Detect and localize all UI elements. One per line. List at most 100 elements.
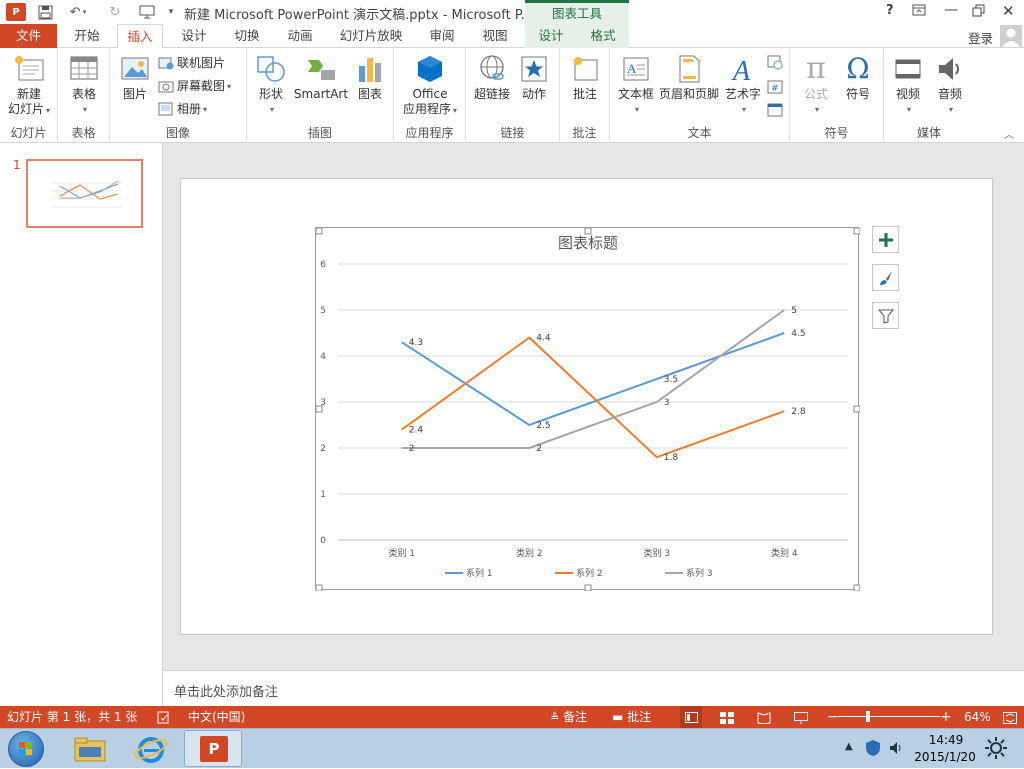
tab-slideshow[interactable]: 幻灯片放映 <box>332 24 410 48</box>
wordart-button[interactable]: A 艺术字 ▾ <box>722 54 764 117</box>
data-label: 1.8 <box>664 453 679 463</box>
redo-icon[interactable]: ↻ <box>106 3 124 21</box>
x-tick-label: 类别 3 <box>643 547 670 559</box>
textbox-button[interactable]: A 文本框 ▾ <box>614 54 658 117</box>
tab-animations[interactable]: 动画 <box>277 24 323 48</box>
chart-styles-button[interactable] <box>872 264 899 291</box>
tab-chart-design[interactable]: 设计 <box>528 24 574 48</box>
help-icon[interactable]: ? <box>886 3 894 18</box>
tab-insert[interactable]: 插入 <box>117 24 163 49</box>
comment-button[interactable]: 批注 <box>568 54 602 102</box>
ribbon-display-options-icon[interactable] <box>912 4 930 20</box>
chart-button[interactable]: 图表 <box>353 54 387 102</box>
smartart-button[interactable]: SmartArt <box>291 54 351 102</box>
notes-pane[interactable]: 单击此处添加备注 <box>163 670 1024 706</box>
group-label-media: 媒体 <box>916 126 941 140</box>
shapes-button[interactable]: 形状 ▾ <box>253 54 289 117</box>
photo-album-icon <box>158 101 174 117</box>
tab-chart-format[interactable]: 格式 <box>580 24 626 48</box>
present-from-start-icon[interactable] <box>136 3 158 21</box>
chart-title: 图表标题 <box>558 234 618 252</box>
chart-filters-button[interactable] <box>872 302 899 329</box>
tab-file[interactable]: 文件 <box>0 24 57 48</box>
equation-button[interactable]: π 公式 ▾ <box>796 54 836 117</box>
start-button[interactable] <box>8 731 44 767</box>
undo-icon[interactable]: ↶ ▾ <box>66 3 90 21</box>
powerpoint-taskbar-button[interactable]: P <box>184 730 242 767</box>
hyperlink-button[interactable]: 超链接 <box>472 54 512 102</box>
spellcheck-icon[interactable] <box>157 706 170 728</box>
collapse-ribbon-icon[interactable]: ︿ <box>1004 126 1014 141</box>
tab-home[interactable]: 开始 <box>64 24 110 48</box>
login-link[interactable]: 登录 <box>968 28 993 47</box>
slide-thumbnail[interactable] <box>26 159 143 228</box>
tab-review[interactable]: 审阅 <box>419 24 465 48</box>
slideshow-view-button[interactable] <box>794 706 808 728</box>
slide-count-status: 幻灯片 第 1 张，共 1 张 <box>7 710 138 724</box>
data-label: 4.3 <box>409 338 423 348</box>
zoom-slider-track[interactable] <box>838 716 940 717</box>
online-picture-button[interactable]: 联机图片 <box>158 52 225 72</box>
group-media: 视频 ▾ 音频 ▾ 媒体 <box>884 48 974 143</box>
group-apps: Office 应用程序 ▾ 应用程序 <box>394 48 466 143</box>
picture-button[interactable]: 图片 <box>118 54 152 102</box>
tab-design[interactable]: 设计 <box>171 24 217 48</box>
date-time-icon[interactable] <box>767 54 785 70</box>
close-icon[interactable]: ✕ <box>1002 2 1015 20</box>
normal-view-button[interactable] <box>680 706 702 728</box>
x-tick-label: 类别 4 <box>771 547 798 559</box>
qat-customize-icon[interactable]: ▾ <box>162 3 180 21</box>
audio-button[interactable]: 音频 ▾ <box>930 54 970 117</box>
chart-elements-button[interactable] <box>872 226 899 253</box>
chart-container[interactable]: 图表标题 0 1 2 3 4 5 6 类别 1 类别 2 类别 3 类别 4 4.3 2.5 3.5 4.5 2… <box>315 227 861 592</box>
clock-time[interactable]: 14:49 <box>915 733 977 747</box>
brightness-icon[interactable] <box>985 737 1007 762</box>
notes-toggle-button[interactable]: ≜ 备注 <box>550 706 587 728</box>
data-label: 3 <box>664 398 670 408</box>
save-icon[interactable] <box>36 3 54 21</box>
clock-date[interactable]: 2015/1/20 <box>910 750 980 764</box>
header-footer-button[interactable]: 页眉和页脚 <box>658 54 720 102</box>
object-icon[interactable] <box>767 102 785 118</box>
hyperlink-icon <box>476 54 508 84</box>
slide-sorter-view-button[interactable] <box>720 706 734 728</box>
avatar-icon[interactable] <box>1000 25 1022 47</box>
language-status[interactable]: 中文(中国) <box>188 706 245 728</box>
comments-toggle-button[interactable]: ▬ 批注 <box>612 706 651 728</box>
chart-tools-context-title: 图表工具 <box>525 0 629 24</box>
photo-album-button[interactable]: 相册 ▾ <box>158 98 207 118</box>
wordart-icon: A <box>727 54 759 87</box>
reading-view-button[interactable] <box>757 706 771 728</box>
action-button[interactable]: 动作 <box>516 54 552 102</box>
restore-icon[interactable] <box>972 4 985 20</box>
file-explorer-taskbar-icon[interactable] <box>72 733 108 765</box>
workspace: 1 图表标题 0 1 2 3 4 5 6 类别 1 类别 2 类别 3 类别 4 4.3 2.5 3.5 4.… <box>0 143 1024 706</box>
screenshot-button[interactable]: 屏幕截图 ▾ <box>158 75 231 95</box>
symbol-button[interactable]: Ω 符号 <box>838 54 878 102</box>
video-button[interactable]: 视频 ▾ <box>888 54 928 117</box>
fit-slide-button[interactable] <box>1003 706 1017 728</box>
new-slide-button[interactable]: 新建 幻灯片 ▾ <box>4 54 54 118</box>
internet-explorer-taskbar-icon[interactable] <box>133 733 169 765</box>
office-apps-button[interactable]: Office 应用程序 ▾ <box>398 54 462 118</box>
data-label: 4.4 <box>536 334 551 344</box>
volume-icon[interactable] <box>888 740 904 759</box>
zoom-in-button[interactable]: + <box>940 706 952 728</box>
zoom-level[interactable]: 64% <box>964 706 991 728</box>
zoom-out-button[interactable]: − <box>827 706 839 728</box>
show-hidden-icons-icon[interactable]: ▲ <box>845 741 853 752</box>
tab-transitions[interactable]: 切换 <box>224 24 270 48</box>
powerpoint-logo-icon[interactable]: P <box>6 3 26 21</box>
line-chart[interactable]: 图表标题 0 1 2 3 4 5 6 类别 1 类别 2 类别 3 类别 4 4.3 2.5 3.5 4.5 2… <box>315 227 861 592</box>
comment-bubble-icon: ▬ <box>612 710 624 724</box>
slide-number-icon[interactable]: # <box>767 79 785 95</box>
table-button[interactable]: 表格 ▾ <box>66 54 102 117</box>
tab-view[interactable]: 视图 <box>472 24 518 48</box>
omega-icon: Ω <box>846 52 870 85</box>
minimize-icon[interactable]: — <box>944 2 958 18</box>
security-shield-icon[interactable] <box>865 739 881 760</box>
normal-view-icon <box>684 712 698 723</box>
resize-handle <box>584 227 592 235</box>
svg-text:#: # <box>771 84 779 94</box>
zoom-slider-thumb[interactable] <box>866 711 870 722</box>
